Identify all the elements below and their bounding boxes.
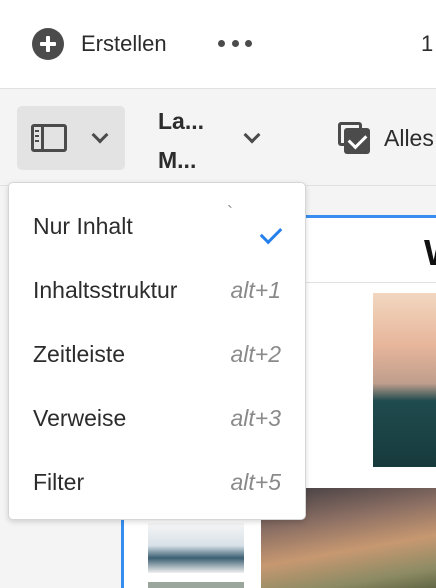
menu-item-references[interactable]: Verweise alt+3: [9, 385, 305, 449]
menu-item-label: Nur Inhalt: [33, 213, 133, 239]
layout-switcher-button[interactable]: La... M...: [150, 102, 280, 182]
menu-item-content-only[interactable]: Nur Inhalt `: [9, 193, 305, 257]
menu-item-label: Inhaltsstruktur: [33, 277, 178, 303]
layout-label: La... M...: [158, 102, 228, 180]
menu-item-filter[interactable]: Filter alt+5: [9, 449, 305, 513]
card-title: W: [424, 232, 436, 274]
menu-item-label: Zeitleiste: [33, 341, 126, 367]
view-menu: Nur Inhalt ` Inhaltsstruktur alt+1 Zeitl…: [8, 182, 306, 520]
menu-item-shortcut: alt+1: [230, 277, 281, 303]
checkmark-icon: [259, 221, 283, 245]
menu-item-timeline[interactable]: Zeitleiste alt+2: [9, 321, 305, 385]
thumbnail-image[interactable]: [148, 582, 244, 588]
toolbar: La... M... Alles: [0, 90, 436, 186]
more-icon: [245, 39, 252, 47]
plus-circle-icon: [32, 28, 64, 60]
menu-item-shortcut: alt+3: [230, 405, 281, 431]
layout-label-line-1: La...: [158, 108, 205, 134]
chevron-down-icon: [91, 126, 109, 144]
menu-item-label: Filter: [33, 469, 85, 495]
thumbnail-image[interactable]: [373, 293, 436, 467]
more-icon: [218, 39, 225, 47]
menu-item-label: Verweise: [33, 405, 127, 431]
select-all-icon: [338, 122, 370, 154]
top-action-bar: Erstellen 1: [0, 0, 436, 89]
menu-item-content-structure[interactable]: Inhaltsstruktur alt+1: [9, 257, 305, 321]
menu-item-shortcut: `: [227, 203, 233, 223]
menu-item-shortcut: alt+2: [230, 341, 281, 367]
more-icon: [231, 39, 239, 47]
layout-label-line-2: M...: [158, 147, 197, 173]
selection-count: 1: [421, 31, 434, 56]
create-button[interactable]: Erstellen: [32, 27, 167, 61]
select-all-button[interactable]: Alles: [338, 120, 434, 156]
rail-view-switcher-button[interactable]: [17, 106, 125, 170]
thumbnail-image[interactable]: [148, 523, 244, 573]
more-actions-button[interactable]: [218, 38, 252, 48]
select-all-label: Alles: [384, 124, 434, 151]
create-label: Erstellen: [81, 31, 167, 56]
chevron-down-icon: [243, 126, 261, 144]
panel-icon: [31, 124, 67, 152]
menu-item-shortcut: alt+5: [230, 469, 281, 495]
